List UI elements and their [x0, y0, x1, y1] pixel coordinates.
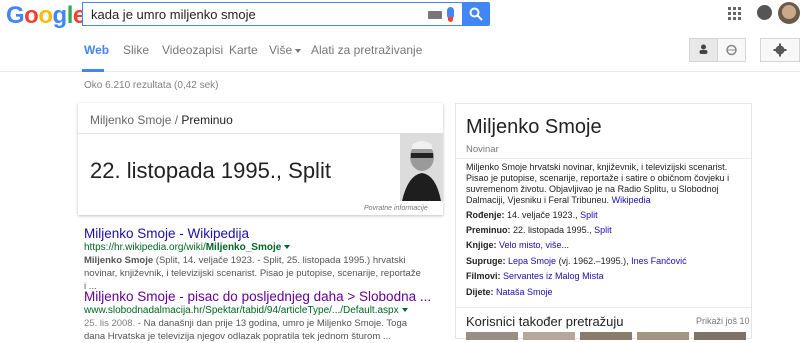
fact-link[interactable]: Split: [580, 210, 598, 220]
tab-more-label: Više: [269, 43, 293, 57]
person-photo[interactable]: [400, 133, 443, 201]
kp-fact-child: Dijete: Nataša Smoje: [466, 287, 553, 297]
search-input[interactable]: kada je umro miljenko smoje: [82, 2, 462, 26]
divider: [78, 133, 443, 134]
settings-button[interactable]: [760, 38, 800, 62]
fact-label: Filmovi:: [466, 271, 501, 281]
gear-icon: [773, 43, 787, 57]
search-result: Miljenko Smoje - pisac do posljednjeg da…: [84, 289, 431, 343]
tab-maps[interactable]: Karte: [229, 43, 258, 57]
notifications-icon[interactable]: [757, 5, 772, 20]
dropdown-arrow-icon[interactable]: [284, 245, 291, 250]
answer-card: Miljenko Smoje / Preminuo 22. listopada …: [78, 103, 443, 215]
apps-grid-icon[interactable]: [728, 7, 742, 21]
logo-letter: g: [52, 2, 68, 29]
answer-breadcrumb: Miljenko Smoje / Preminuo: [90, 113, 233, 127]
kp-fact-birth: Rođenje: 14. veljače 1923., Split: [466, 210, 598, 220]
google-logo[interactable]: Google: [6, 2, 86, 30]
answer-value: 22. listopada 1995., Split: [90, 158, 331, 183]
logo-letter: o: [24, 2, 39, 29]
active-tab-indicator: [82, 69, 104, 72]
result-url: https://hr.wikipedia.org/wiki/Miljenko_S…: [84, 242, 424, 253]
result-snippet: 25. lis 2008. - Na današnji dan prije 13…: [84, 317, 424, 343]
kp-fact-death: Preminuo: 22. listopada 1995., Split: [466, 225, 612, 235]
search-tools[interactable]: Alati za pretraživanje: [311, 43, 422, 57]
search-tabs: Web Slike Videozapisi Karte Više Alati z…: [0, 32, 800, 72]
feedback-link[interactable]: Povratne informacije: [364, 205, 428, 212]
search-query[interactable]: kada je umro miljenko smoje: [91, 7, 256, 22]
also-searched-heading: Korisnici također pretražuju: [466, 314, 624, 329]
result-snippet: Miljenko Smoje (Split, 14. veljače 1923.…: [84, 254, 424, 293]
fact-label: Dijete:: [466, 287, 494, 297]
fact-label: Rođenje:: [466, 210, 505, 220]
fact-link[interactable]: Servantes iz Malog Mista: [503, 271, 604, 281]
kp-fact-books: Knjige: Velo misto, više...: [466, 240, 569, 250]
wikipedia-link[interactable]: Wikipedia: [612, 195, 651, 205]
fact-label: Knjige:: [466, 240, 497, 250]
result-stats: Oko 6.210 rezultata (0,42 sek): [84, 80, 219, 91]
logo-letter: o: [38, 2, 53, 29]
fact-text: 22. listopada 1995.,: [510, 225, 595, 235]
divider: [456, 158, 751, 159]
kp-fact-films: Filmovi: Servantes iz Malog Mista: [466, 271, 604, 281]
result-date: 25. lis 2008.: [84, 318, 136, 329]
chevron-down-icon: [295, 48, 302, 53]
fact-link[interactable]: Nataša Smoje: [496, 287, 553, 297]
result-title-link[interactable]: Miljenko Smoje - pisac do posljednjeg da…: [84, 289, 431, 304]
divider: [456, 307, 751, 308]
keyboard-icon[interactable]: [428, 11, 442, 19]
search-result: Miljenko Smoje - Wikipedija https://hr.w…: [84, 226, 424, 293]
result-title-link[interactable]: Miljenko Smoje - Wikipedija: [84, 226, 424, 241]
logo-letter: G: [6, 2, 25, 29]
snippet-bold: Miljenko Smoje: [84, 255, 154, 266]
answer-attribute: Preminuo: [181, 113, 233, 127]
fact-link-2[interactable]: Ines Fančović: [631, 256, 687, 266]
fact-link[interactable]: Velo misto, više...: [499, 240, 569, 250]
url-bold: Miljenko_Smoje: [205, 242, 282, 253]
url-prefix: https://hr.wikipedia.org/wiki/: [84, 242, 206, 253]
person-icon[interactable]: [689, 38, 718, 62]
search-icon: [469, 7, 483, 21]
tab-more[interactable]: Više: [269, 43, 302, 57]
breadcrumb-separator: /: [174, 113, 179, 127]
fact-link[interactable]: Split: [594, 225, 612, 235]
fact-extra: (vj. 1962.–1995.),: [556, 256, 632, 266]
knowledge-panel: Miljenko Smoje Novinar Miljenko Smoje hr…: [455, 103, 752, 340]
avatar[interactable]: [778, 2, 800, 24]
kp-subtitle: Novinar: [466, 144, 499, 155]
show-more-link[interactable]: Prikaži još 10: [696, 316, 750, 326]
top-bar: Google kada je umro miljenko smoje: [0, 0, 800, 32]
fact-text: 14. veljače 1923.,: [504, 210, 581, 220]
kp-title: Miljenko Smoje: [466, 116, 602, 138]
kp-description-text: Miljenko Smoje hrvatski novinar, književ…: [466, 162, 730, 205]
dropdown-arrow-icon[interactable]: [401, 308, 408, 313]
kp-fact-spouses: Supruge: Lepa Smoje (vj. 1962.–1995.), I…: [466, 256, 687, 266]
tab-images[interactable]: Slike: [123, 43, 149, 57]
private-results-toggle: [689, 38, 747, 62]
fact-link[interactable]: Lepa Smoje: [508, 256, 556, 266]
fact-label: Supruge:: [466, 256, 506, 266]
answer-entity-link[interactable]: Miljenko Smoje: [90, 113, 171, 127]
microphone-icon[interactable]: [447, 7, 454, 22]
tab-videos[interactable]: Videozapisi: [162, 43, 223, 57]
globe-icon[interactable]: [717, 38, 746, 62]
url-text: www.slobodnadalmacija.hr/Spektar/tabid/9…: [84, 305, 399, 316]
tab-web[interactable]: Web: [84, 43, 109, 57]
fact-label: Preminuo:: [466, 225, 511, 235]
search-button[interactable]: [462, 2, 490, 26]
result-url: www.slobodnadalmacija.hr/Spektar/tabid/9…: [84, 305, 431, 316]
kp-description: Miljenko Smoje hrvatski novinar, književ…: [466, 162, 746, 206]
